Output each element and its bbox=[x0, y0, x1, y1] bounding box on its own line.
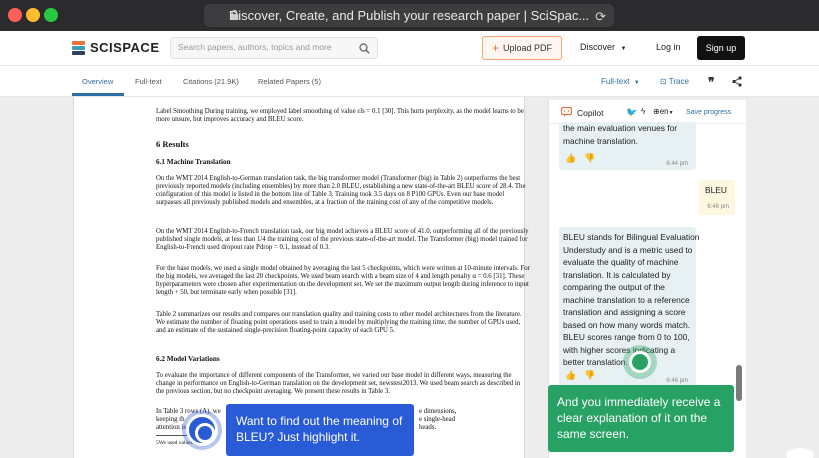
login-link[interactable]: Log in bbox=[656, 42, 681, 52]
paragraph-mv-2-fragment: e dimensions, bbox=[419, 408, 457, 415]
cite-quote-icon[interactable]: ❞ bbox=[708, 75, 714, 89]
caret-down-icon: ▼ bbox=[633, 80, 640, 86]
trace-button[interactable]: ⊡ Trace bbox=[660, 77, 689, 86]
page-title: Discover, Create, and Publish your resea… bbox=[228, 8, 590, 23]
bolt-icon[interactable]: ϟ bbox=[641, 107, 645, 116]
globe-icon: ⊕ bbox=[653, 107, 660, 116]
copilot-scrollbar[interactable] bbox=[736, 365, 742, 401]
paragraph-label-smoothing: Label Smoothing During training, we empl… bbox=[156, 108, 524, 124]
paragraph-mt-4: Table 2 summarizes our results and compa… bbox=[156, 311, 522, 335]
plus-icon: + bbox=[491, 41, 499, 55]
close-window-button[interactable] bbox=[8, 8, 22, 22]
tab-full-text[interactable]: Full-text bbox=[135, 77, 162, 86]
paragraph-mv-2-fragment: e single-head bbox=[419, 416, 456, 423]
heading-model-variations: 6.2 Model Variations bbox=[156, 355, 220, 363]
highlight-cursor-indicator bbox=[186, 414, 218, 446]
caret-down-icon: ▼ bbox=[668, 110, 674, 116]
paragraph-mv-2-fragment: heads. bbox=[419, 424, 437, 431]
save-progress-link[interactable]: Save progress bbox=[686, 109, 731, 116]
copilot-header: Copilot 🐦 ϟ ⊕en▼ Save progress bbox=[549, 100, 747, 124]
tutorial-callout-explanation: And you immediately receive a clear expl… bbox=[548, 385, 734, 452]
paragraph-mt-1: On the WMT 2014 English-to-German transl… bbox=[156, 175, 526, 207]
paper-tabs-bar: Overview Full-text Citations (21.9K) Rel… bbox=[0, 65, 819, 97]
message-timestamp: 6:46 pm bbox=[707, 204, 729, 210]
upload-pdf-label: Upload PDF bbox=[502, 43, 553, 53]
response-indicator bbox=[623, 345, 657, 379]
tutorial-callout-highlight: Want to find out the meaning of BLEU? Ju… bbox=[226, 404, 414, 456]
language-select[interactable]: ⊕en▼ bbox=[653, 107, 674, 116]
paragraph-mv-1: To evaluate the importance of different … bbox=[156, 372, 521, 396]
trace-label: Trace bbox=[668, 77, 689, 86]
search-box[interactable] bbox=[170, 37, 378, 59]
chat-launcher-icon[interactable] bbox=[786, 448, 814, 458]
lock-icon bbox=[230, 10, 239, 20]
scispace-logo-icon bbox=[72, 40, 85, 55]
tab-overview[interactable]: Overview bbox=[82, 77, 113, 86]
thumbs-up-icon[interactable]: 👍 bbox=[565, 369, 576, 382]
maximize-window-button[interactable] bbox=[44, 8, 58, 22]
paragraph-mt-2: On the WMT 2014 English-to-French transl… bbox=[156, 228, 529, 252]
share-icon[interactable] bbox=[732, 76, 742, 87]
discover-label: Discover bbox=[580, 42, 616, 52]
chat-message-ai: the main evaluation venues for machine t… bbox=[559, 122, 696, 170]
chat-message-user: BLEU 6:46 pm bbox=[699, 180, 735, 215]
heading-machine-translation: 6.1 Machine Translation bbox=[156, 158, 231, 166]
logo-text: SCISPACE bbox=[90, 40, 160, 55]
app-header: SCISPACE + Upload PDF Discover ▼ Log in … bbox=[0, 31, 819, 65]
scispace-logo[interactable]: SCISPACE bbox=[72, 40, 160, 55]
browser-chrome: Discover, Create, and Publish your resea… bbox=[0, 0, 819, 31]
trace-icon: ⊡ bbox=[660, 77, 667, 86]
signup-button[interactable]: Sign up bbox=[697, 36, 745, 60]
copilot-chat-icon bbox=[561, 107, 572, 117]
paragraph-mt-3: For the base models, we used a single mo… bbox=[156, 265, 530, 297]
thumbs-down-icon[interactable]: 👎 bbox=[584, 369, 595, 382]
thumbs-down-icon[interactable]: 👎 bbox=[584, 152, 595, 165]
thumbs-up-icon[interactable]: 👍 bbox=[565, 152, 576, 165]
minimize-window-button[interactable] bbox=[26, 8, 40, 22]
reload-icon[interactable]: ⟳ bbox=[595, 9, 606, 25]
address-bar[interactable]: Discover, Create, and Publish your resea… bbox=[204, 4, 614, 27]
tab-citations[interactable]: Citations (21.9K) bbox=[183, 77, 239, 86]
copilot-title: Copilot bbox=[577, 108, 604, 118]
message-text: BLEU bbox=[705, 185, 727, 195]
discover-menu[interactable]: Discover ▼ bbox=[580, 42, 626, 52]
language-label: en bbox=[659, 107, 669, 116]
tab-related-papers[interactable]: Related Papers (5) bbox=[258, 77, 321, 86]
twitter-icon[interactable]: 🐦 bbox=[626, 107, 637, 118]
heading-results: 6 Results bbox=[156, 139, 189, 149]
caret-down-icon: ▼ bbox=[620, 46, 627, 52]
upload-pdf-button[interactable]: + Upload PDF bbox=[482, 36, 562, 60]
fulltext-dropdown[interactable]: Full-text ▼ bbox=[601, 77, 640, 86]
fulltext-dropdown-label: Full-text bbox=[601, 77, 630, 86]
search-input[interactable] bbox=[178, 42, 358, 52]
message-text: the main evaluation venues for machine t… bbox=[563, 123, 678, 146]
active-tab-indicator bbox=[72, 93, 124, 96]
search-icon[interactable] bbox=[359, 43, 370, 54]
message-timestamp: 6:44 pm bbox=[666, 161, 688, 167]
